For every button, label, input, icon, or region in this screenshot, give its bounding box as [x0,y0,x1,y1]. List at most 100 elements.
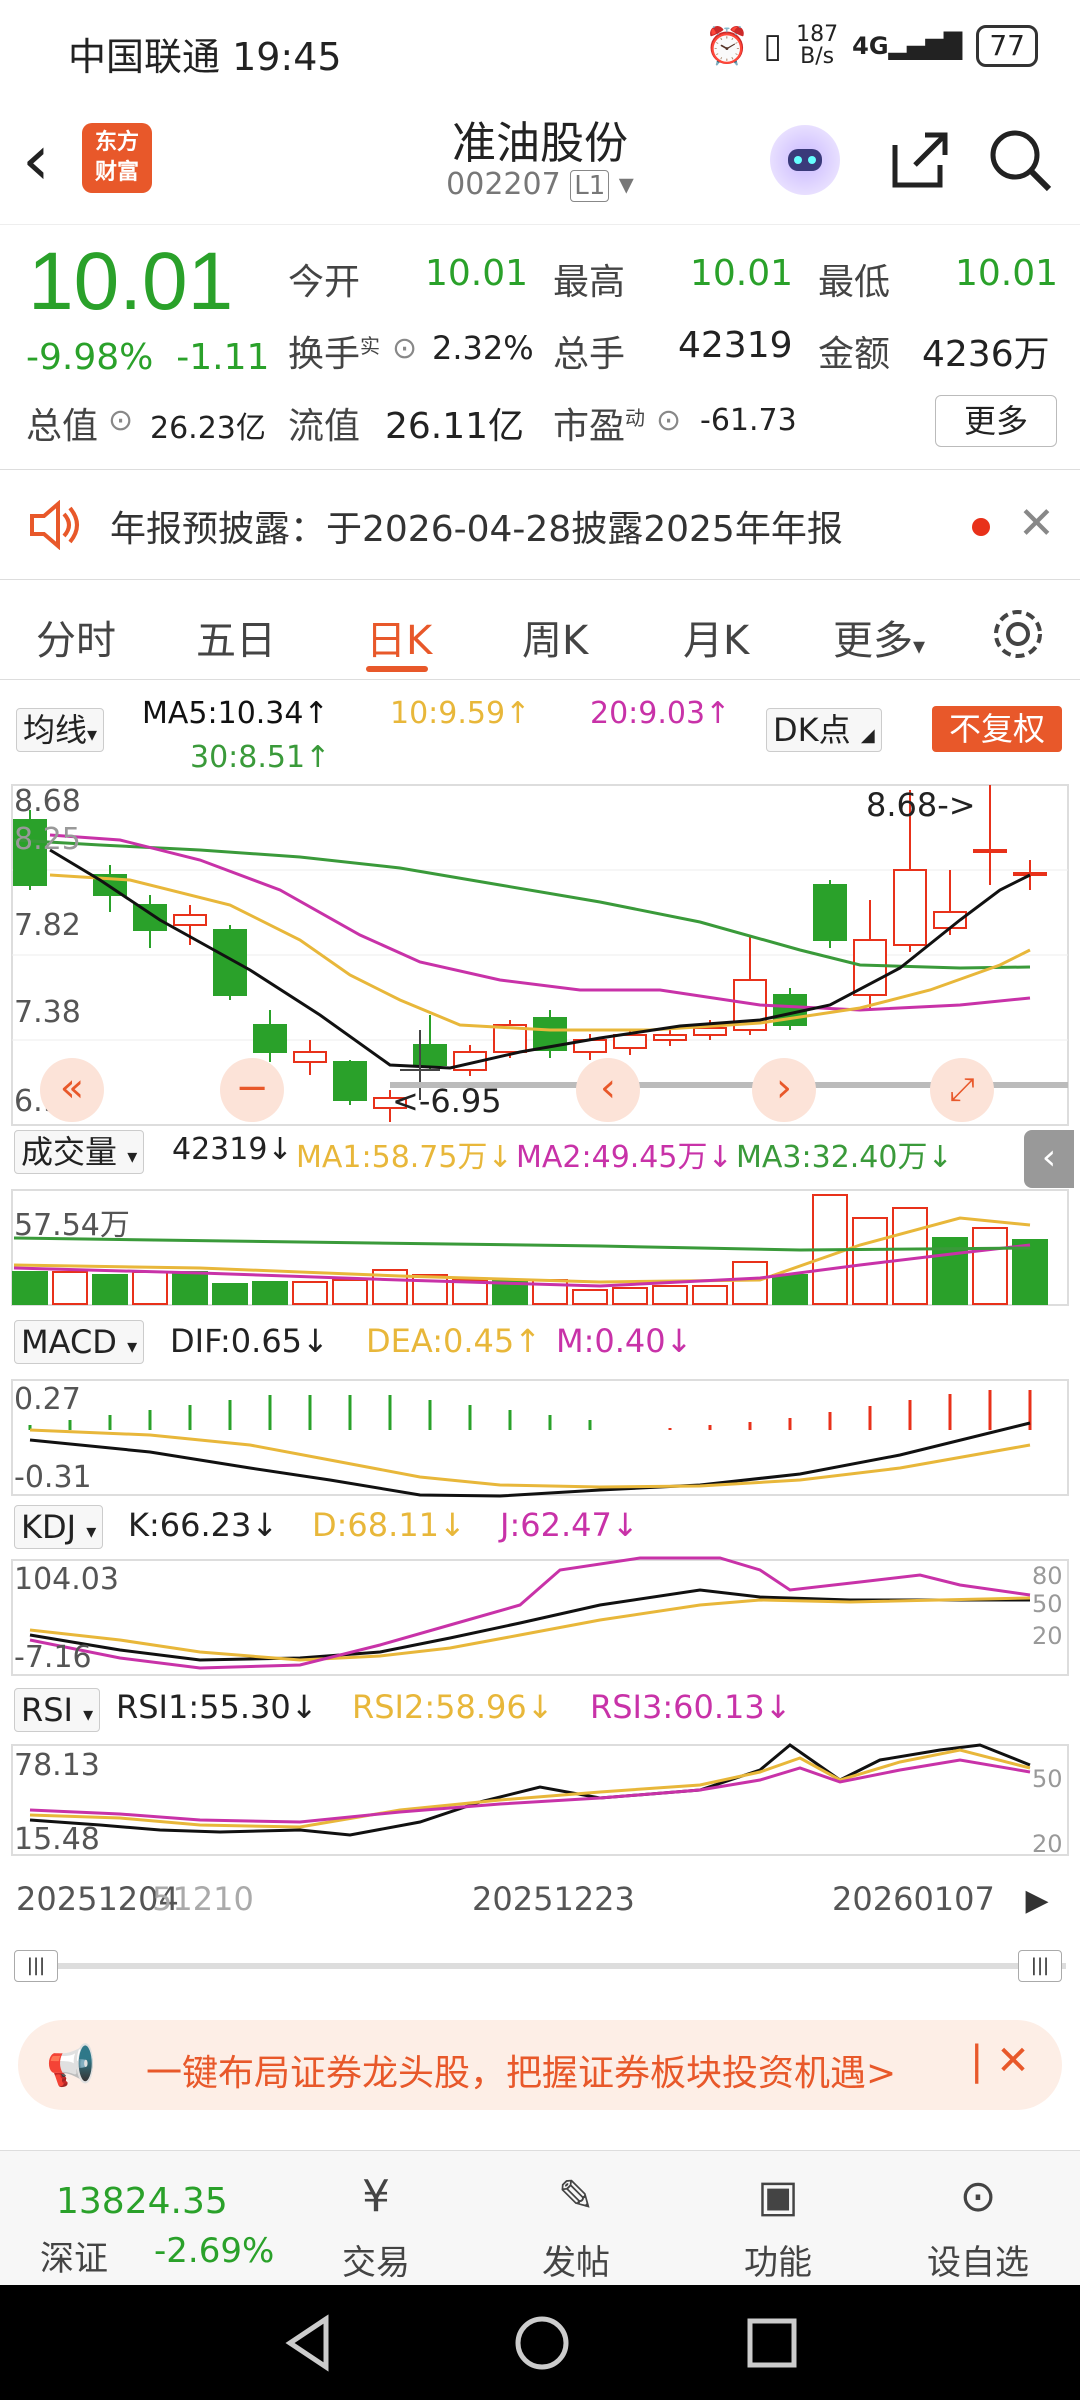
volume-bar [892,1207,928,1305]
info-icon[interactable]: ⊙ [656,403,681,438]
battery-indicator: 77 [976,25,1038,67]
index-pct[interactable]: -2.69% [154,2231,274,2271]
candlestick-series [13,785,1047,1122]
macd-y-bottom: -0.31 [14,1460,92,1495]
function-button[interactable]: ▣ 功能 [718,2171,838,2284]
rsi-y-bottom: 15.48 [14,1822,100,1857]
low-value: 10.01 [955,253,1059,294]
volume-bar [12,1271,48,1305]
volume-bar [652,1285,688,1305]
tab-intraday[interactable]: 分时 [36,608,116,666]
candle-body [133,904,167,931]
volume-bar [132,1271,168,1305]
tab-daily-k[interactable]: 日K [366,608,432,666]
open-value: 10.01 [425,253,529,294]
nav-home-icon[interactable] [512,2313,572,2377]
nav-recent-icon[interactable] [744,2315,800,2375]
index-value[interactable]: 13824.35 [56,2181,228,2222]
range-slider-track[interactable] [14,1963,1066,1969]
volume-label: 总手 [553,334,626,375]
vol-ma1-value: MA1:58.75万↓ [296,1140,513,1175]
rsi-select[interactable]: RSI ▾ [14,1688,101,1732]
kdj-ref-80: 80 [1032,1562,1063,1590]
volume-bar [172,1271,208,1305]
current-price: 10.01 [28,236,234,327]
add-watchlist-button[interactable]: ⊙ 设自选 [918,2171,1038,2284]
candle-body [413,1044,447,1066]
speaker-icon [26,499,82,554]
banner-close-icon[interactable]: | ✕ [970,2038,1030,2084]
system-nav-bar [0,2285,1080,2400]
promo-banner[interactable]: 📢 一键布局证券龙头股，把握证券板块投资机遇> | ✕ [18,2020,1062,2110]
volume-bar [692,1285,728,1305]
candle-body [1013,872,1047,876]
next-icon[interactable]: › [752,1058,816,1122]
robot-assistant-icon[interactable] [770,125,840,195]
prev-icon[interactable]: ‹ [576,1058,640,1122]
volume-bar [92,1274,128,1305]
vol-ma2-value: MA2:49.45万↓ [516,1140,733,1175]
share-icon[interactable] [885,125,955,195]
open-label: 今开 [288,262,361,303]
scroll-left-fast-icon[interactable]: « [40,1058,104,1122]
tab-monthly-k[interactable]: 月K [683,608,749,666]
rsi3-value: RSI3:60.13↓ [590,1688,792,1726]
stock-header: ‹ 东方 财富 准油股份 002207 L1 ▾ [0,95,1080,225]
search-icon[interactable] [985,125,1055,195]
notice-bar[interactable]: 年报预披露：于2026-04-28披露2025年年报 ✕ [0,470,1080,580]
info-icon[interactable]: ⊙ [108,403,133,438]
j-line [29,1556,1031,1670]
x-date-2: 51210 [152,1880,254,1918]
scroll-right-icon[interactable]: ▶ [1012,1876,1062,1926]
dif-value: DIF:0.65↓ [170,1322,329,1360]
kdj-select[interactable]: KDJ ▾ [14,1505,104,1549]
candle-body [333,1061,367,1101]
amount-value: 4236万 [922,334,1050,375]
unread-dot [972,518,990,536]
collapse-panel-icon[interactable]: ‹ [1024,1130,1074,1188]
volume-bar [772,1274,808,1305]
nav-back-icon[interactable] [280,2313,336,2377]
close-icon[interactable]: ✕ [1018,498,1055,549]
range-slider-left-handle[interactable]: ||| [14,1950,58,1982]
kline-chart-area[interactable]: 均线▾ MA5:10.34↑ 10:9.59↑ 20:9.03↑ 30:8.51… [0,690,1080,1982]
macd-select[interactable]: MACD ▾ [14,1320,145,1364]
x-date-4: 20260107 [832,1880,995,1918]
rsi-y-top: 78.13 [14,1748,100,1783]
vol-y-max: 57.54万 [14,1208,130,1243]
rsi2-value: RSI2:58.96↓ [352,1688,554,1726]
more-dots-icon: ⊙ [959,2171,997,2222]
turnover-value: 2.32% [432,329,534,367]
carrier-time: 中国联通 19:45 [68,35,342,79]
float-value: 26.11亿 [385,406,525,447]
volume-bar [972,1227,1008,1305]
index-name[interactable]: 深证 [40,2231,108,2280]
candle-body [893,869,927,946]
banner-text: 一键布局证券龙头股，把握证券板块投资机遇> [146,2053,897,2094]
volume-bar [212,1283,248,1305]
zoom-out-icon[interactable]: − [220,1058,284,1122]
status-bar: 中国联通 19:45 ⏰ ▯ 187 B/s 4G▂▄▆█ 77 [0,0,1080,95]
quote-panel: 10.01 -9.98% -1.11 今开 10.01 最高 10.01 最低 … [0,225,1080,470]
tab-weekly-k[interactable]: 周K [522,608,588,666]
volume-bar [332,1279,368,1305]
low-label: 最低 [818,262,891,303]
more-button[interactable]: 更多 [935,395,1057,447]
post-button[interactable]: ✎ 发帖 [516,2171,636,2284]
yen-icon: ¥ [362,2171,390,2222]
tab-more[interactable]: 更多▾ [833,608,925,666]
trade-button[interactable]: ¥ 交易 [316,2171,436,2284]
rsi1-line [29,1743,1031,1837]
y-tick: 8.25 [14,822,81,857]
volume-select[interactable]: 成交量 ▾ [14,1130,145,1174]
fullscreen-icon[interactable]: ⤢ [930,1058,994,1122]
settings-gear-icon[interactable] [990,606,1046,666]
min-price-label: <-6.95 [392,1082,502,1120]
tab-five-day[interactable]: 五日 [196,608,276,666]
macd-m-value: M:0.40↓ [556,1322,693,1360]
range-slider-right-handle[interactable]: ||| [1018,1950,1062,1982]
info-icon[interactable]: ⊙ [392,331,417,366]
kdj-ref-50: 50 [1032,1590,1063,1618]
turnover-label: 换手实 [288,334,381,375]
high-label: 最高 [553,262,626,303]
